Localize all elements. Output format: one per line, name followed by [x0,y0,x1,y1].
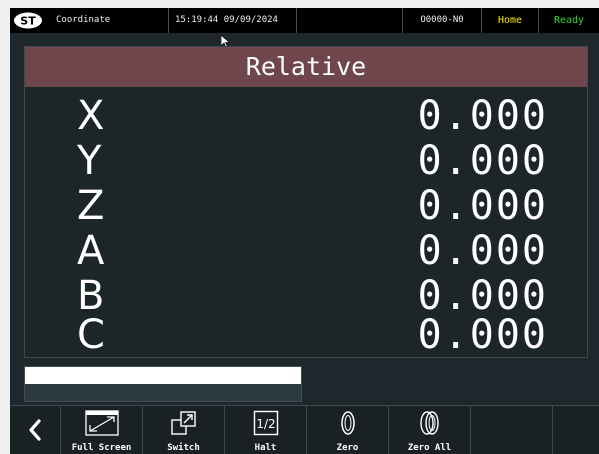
svg-text:ST: ST [20,15,36,28]
zero-icon [307,409,388,437]
axis-row-a: A 0.000 [25,229,587,274]
back-button[interactable] [10,406,61,454]
full-screen-icon [61,409,142,437]
message-field[interactable] [25,367,301,384]
softkey-bar: Full Screen Switch 1/2 Halt Zero Zero Al… [10,405,599,454]
axis-row-z: Z 0.000 [25,184,587,229]
axis-label: Y [77,138,102,184]
axis-row-x: X 0.000 [25,94,587,139]
axis-label: Z [77,183,105,229]
switch-label: Switch [167,443,200,453]
axis-label: C [77,312,105,358]
axis-value: 0.000 [417,312,548,358]
full-screen-label: Full Screen [71,443,132,453]
zero-all-label: Zero All [407,443,452,453]
status-bar: ST Coordinate 15:19:44 09/09/2024 O0000-… [10,8,599,33]
switch-button[interactable]: Switch [143,406,225,454]
page-title: Coordinate [46,8,169,33]
chevron-left-icon [10,416,60,444]
switch-icon [143,409,224,437]
empty-softkey[interactable] [471,406,553,454]
axis-value: 0.000 [417,138,548,184]
halt-button[interactable]: 1/2 Halt [225,406,307,454]
axis-value: 0.000 [417,93,548,139]
program-number: O0000-N0 [403,8,482,33]
svg-text:1/2: 1/2 [256,417,275,431]
zero-all-icon [389,409,470,437]
panel-header: Relative [25,47,587,87]
mode-indicator: Home [482,8,539,33]
datetime-display: 15:19:44 09/09/2024 [169,8,297,33]
zero-button[interactable]: Zero [307,406,389,454]
halt-label: Halt [254,443,277,453]
axis-label: A [77,228,105,274]
empty-softkey[interactable] [553,406,599,454]
full-screen-button[interactable]: Full Screen [61,406,143,454]
axis-value: 0.000 [417,228,548,274]
message-box [24,366,302,402]
axis-row-y: Y 0.000 [25,139,587,184]
coordinate-panel: Relative X 0.000 Y 0.000 Z 0.000 A 0.000… [24,46,588,358]
axis-value: 0.000 [417,183,548,229]
half-speed-icon: 1/2 [225,409,306,437]
cnc-screen: ST Coordinate 15:19:44 09/09/2024 O0000-… [10,8,599,454]
logo: ST [10,8,46,33]
zero-all-button[interactable]: Zero All [389,406,471,454]
status-blank-cell [297,8,403,33]
axis-row-c: C 0.000 [25,313,587,358]
axis-label: X [77,93,105,139]
zero-label: Zero [336,443,359,453]
machine-status: Ready [553,15,585,26]
